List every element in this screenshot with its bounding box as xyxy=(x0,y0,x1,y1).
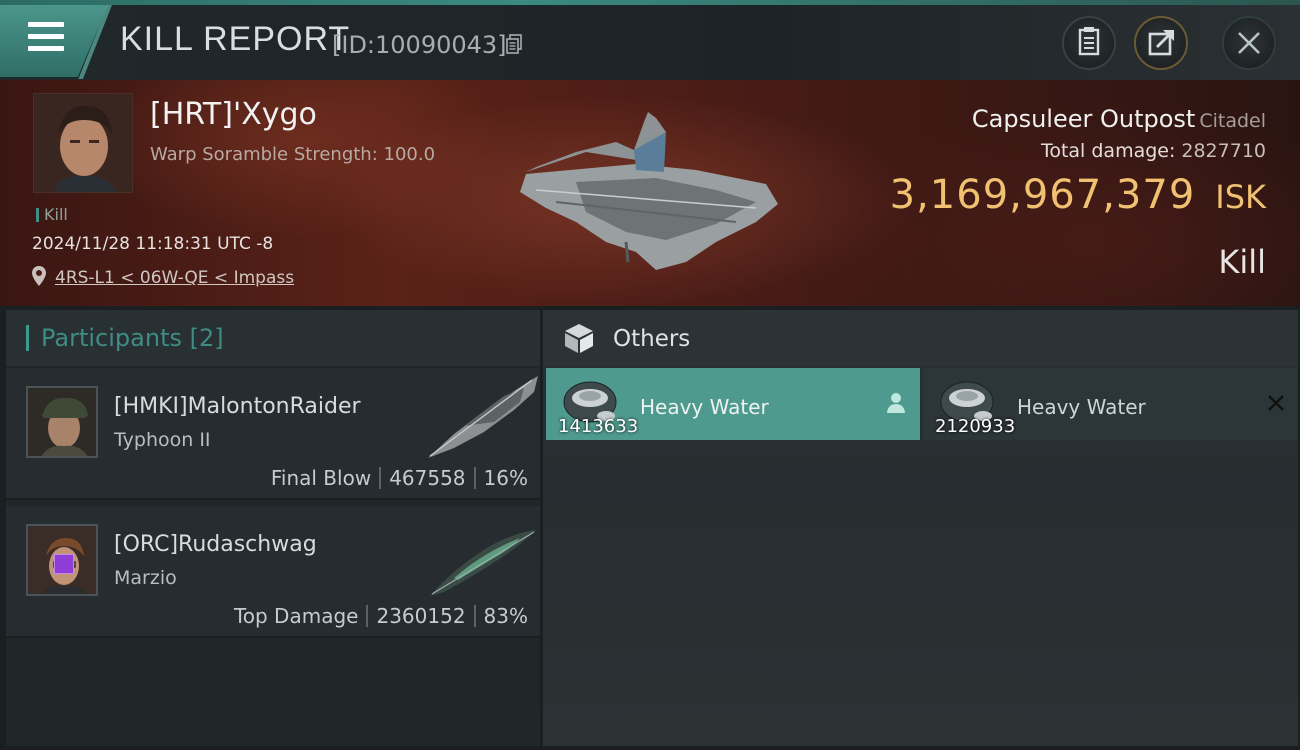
others-header: Others xyxy=(543,310,1298,366)
item-quantity: 1413633 xyxy=(558,416,639,437)
participant-stats: Final Blow 467558 16% xyxy=(271,466,528,490)
participant-avatar[interactable] xyxy=(26,386,98,458)
divider xyxy=(379,467,382,489)
others-panel: Others Heavy Water 1413633 Heavy Water 2… xyxy=(543,310,1298,746)
divider xyxy=(473,467,476,489)
close-button[interactable] xyxy=(1222,16,1276,70)
share-external-icon xyxy=(1148,30,1174,56)
participant-row[interactable]: [HMKI]MalontonRaider Typhoon II Final Bl… xyxy=(6,368,540,500)
top-bar: KILL REPORT [ID:10090043] xyxy=(0,0,1300,80)
item-quantity: 2120933 xyxy=(935,416,1016,437)
kill-tag: Kill xyxy=(36,205,68,224)
total-damage-value: 2827710 xyxy=(1181,140,1266,162)
result-label: Kill xyxy=(1218,243,1266,281)
clipboard-button[interactable] xyxy=(1062,16,1116,70)
participants-header: Participants [2] xyxy=(6,310,540,366)
close-icon xyxy=(1238,32,1260,54)
warp-scramble-strength: Warp Soramble Strength: 100.0 xyxy=(150,144,436,165)
participants-count: [2] xyxy=(189,324,224,352)
victim-ship-name: Capsuleer Outpost xyxy=(971,105,1196,133)
item-name: Heavy Water xyxy=(640,395,769,419)
victim-ship-line[interactable]: Capsuleer Outpost Citadel xyxy=(972,105,1266,133)
pilot-face-image xyxy=(34,94,132,192)
person-icon[interactable] xyxy=(886,392,906,414)
share-button[interactable] xyxy=(1134,16,1188,70)
participant-face-image xyxy=(28,388,96,456)
participant-name[interactable]: [ORC]Rudaschwag xyxy=(114,532,317,557)
info-badge-icon xyxy=(54,554,74,574)
copy-icon[interactable] xyxy=(506,34,522,54)
hamburger-menu-icon[interactable] xyxy=(28,22,64,52)
citadel-ship-image xyxy=(520,112,778,270)
kill-datetime: 2024/11/28 11:18:31 UTC -8 xyxy=(32,234,274,254)
victim-portrait[interactable] xyxy=(33,93,133,193)
item-card[interactable]: Heavy Water 2120933 xyxy=(923,368,1297,440)
participant-ship: Typhoon II xyxy=(114,429,211,451)
location-link[interactable]: 4RS-L1 < 06W-QE < Impass xyxy=(55,268,294,288)
isk-value: 3,169,967,379 xyxy=(889,172,1196,218)
item-name: Heavy Water xyxy=(1017,395,1146,419)
participant-role: Top Damage xyxy=(233,604,359,628)
location-pin-icon xyxy=(32,266,46,286)
isk-unit: ISK xyxy=(1215,178,1266,216)
ship-image xyxy=(428,376,538,458)
top-accent-line xyxy=(0,0,1300,5)
victim-pilot-name[interactable]: [HRT]'Xygo xyxy=(150,97,317,132)
participant-role: Final Blow xyxy=(270,466,372,490)
cube-icon xyxy=(565,324,593,353)
participants-label: Participants xyxy=(41,324,182,352)
victim-ship-class: Citadel xyxy=(1199,110,1266,132)
ship-image xyxy=(430,530,536,596)
isk-value-row: 3,169,967,379 ISK xyxy=(890,172,1266,218)
participant-percent: 83% xyxy=(483,604,528,628)
participant-row[interactable]: [ORC]Rudaschwag Marzio Top Damage 2360152… xyxy=(6,506,540,638)
participants-title: Participants [2] xyxy=(41,324,224,352)
participant-stats: Top Damage 2360152 83% xyxy=(234,604,528,628)
report-id: [ID:10090043] xyxy=(332,31,507,59)
participant-name[interactable]: [HMKI]MalontonRaider xyxy=(114,394,361,419)
divider xyxy=(473,605,476,627)
divider xyxy=(366,605,369,627)
total-damage-label: Total damage: xyxy=(1040,140,1176,162)
total-damage-line: Total damage: 2827710 xyxy=(1041,140,1266,162)
participant-damage: 467558 xyxy=(389,466,466,490)
destroyed-x-icon xyxy=(1268,395,1284,411)
participant-percent: 16% xyxy=(483,466,528,490)
participant-ship: Marzio xyxy=(114,567,177,589)
participants-panel: Participants [2] [HMKI]MalontonRaider Ty… xyxy=(6,310,540,746)
item-card[interactable]: Heavy Water 1413633 xyxy=(546,368,920,440)
others-title: Others xyxy=(613,326,691,352)
page-title: KILL REPORT xyxy=(120,20,351,58)
clipboard-icon xyxy=(1078,27,1100,56)
participant-damage: 2360152 xyxy=(376,604,466,628)
